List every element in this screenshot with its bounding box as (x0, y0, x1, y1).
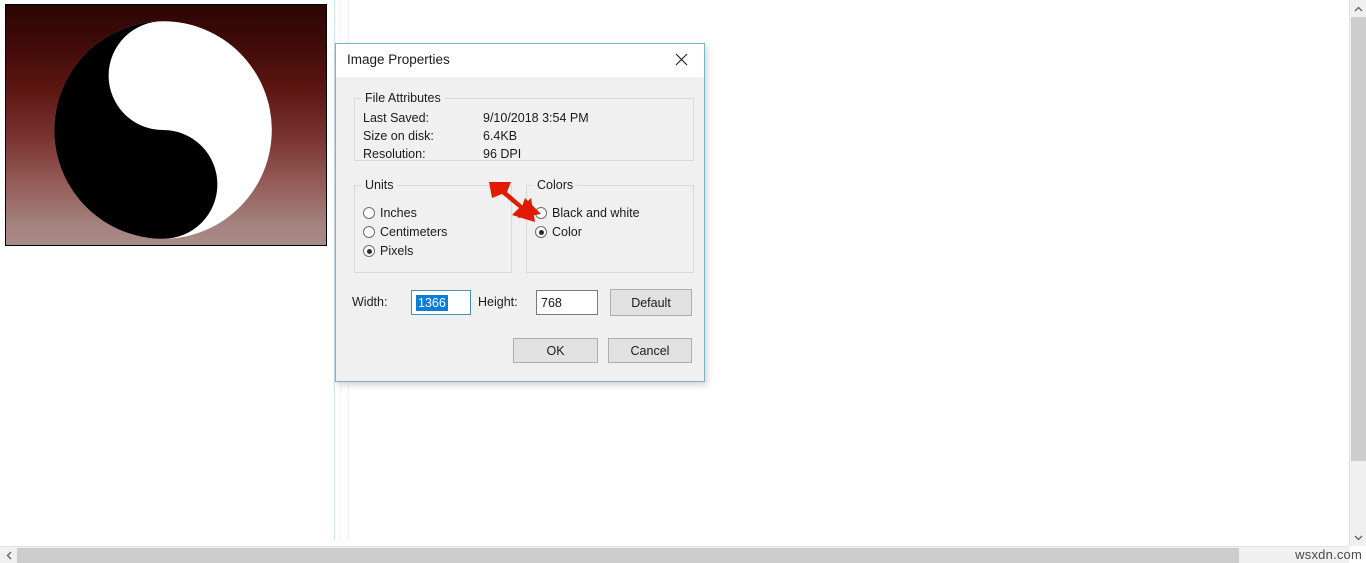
radio-icon-inches (363, 207, 375, 219)
file-attributes-legend: File Attributes (365, 91, 441, 105)
radio-colors-black-and-white[interactable]: Black and white (535, 206, 640, 220)
horizontal-scrollbar[interactable] (0, 546, 1349, 563)
yin-yang-image (54, 21, 272, 239)
file-attributes-group: File Attributes Last Saved: 9/10/2018 3:… (354, 91, 694, 161)
dimensions-row: Width: 1366 Height: 768 Default (336, 289, 704, 316)
image-properties-dialog: Image Properties File Attributes Last Sa… (335, 43, 705, 382)
paint-app-window: wsxdn.com Image Properties File Attribut… (0, 0, 1366, 563)
default-button[interactable]: Default (610, 289, 692, 316)
radio-label-color: Color (552, 225, 582, 239)
colors-legend: Colors (537, 178, 574, 192)
vertical-scrollbar-thumb[interactable] (1351, 17, 1366, 461)
radio-units-centimeters[interactable]: Centimeters (363, 225, 447, 239)
colors-group: Colors Black and white Color (526, 178, 694, 273)
width-input-value: 1366 (416, 294, 448, 311)
resolution-value: 96 DPI (483, 147, 522, 161)
horizontal-scrollbar-thumb[interactable] (17, 548, 1239, 563)
resolution-label: Resolution: (363, 147, 426, 161)
image-canvas[interactable] (5, 4, 327, 246)
close-icon[interactable] (659, 44, 704, 74)
last-saved-label: Last Saved: (363, 111, 430, 125)
width-label: Width: (352, 295, 388, 309)
last-saved-value: 9/10/2018 3:54 PM (483, 111, 589, 125)
scroll-down-icon[interactable] (1350, 529, 1366, 546)
units-legend: Units (365, 178, 394, 192)
radio-icon-black-and-white (535, 207, 547, 219)
height-label: Height: (478, 295, 518, 309)
radio-colors-color[interactable]: Color (535, 225, 582, 239)
radio-units-pixels[interactable]: Pixels (363, 244, 413, 258)
dialog-body: File Attributes Last Saved: 9/10/2018 3:… (336, 77, 704, 381)
units-group: Units Inches Centimeters Pixels (354, 178, 512, 273)
ok-button[interactable]: OK (513, 338, 598, 363)
vertical-scrollbar[interactable] (1349, 0, 1366, 546)
radio-units-inches[interactable]: Inches (363, 206, 417, 220)
watermark-text: wsxdn.com (1295, 547, 1362, 562)
dialog-titlebar[interactable]: Image Properties (336, 44, 704, 77)
scroll-up-icon[interactable] (1350, 0, 1366, 17)
cancel-button[interactable]: Cancel (608, 338, 692, 363)
radio-icon-pixels (363, 245, 375, 257)
radio-label-black-and-white: Black and white (552, 206, 640, 220)
radio-label-pixels: Pixels (380, 244, 414, 258)
radio-label-centimeters: Centimeters (380, 225, 448, 239)
height-input[interactable]: 768 (536, 290, 598, 315)
height-input-value: 768 (541, 295, 562, 310)
radio-icon-color (535, 226, 547, 238)
scroll-left-icon[interactable] (0, 547, 17, 563)
size-on-disk-label: Size on disk: (363, 129, 434, 143)
dialog-title: Image Properties (347, 52, 450, 67)
width-input[interactable]: 1366 (411, 290, 471, 315)
radio-icon-centimeters (363, 226, 375, 238)
radio-label-inches: Inches (380, 206, 417, 220)
size-on-disk-value: 6.4KB (483, 129, 518, 143)
